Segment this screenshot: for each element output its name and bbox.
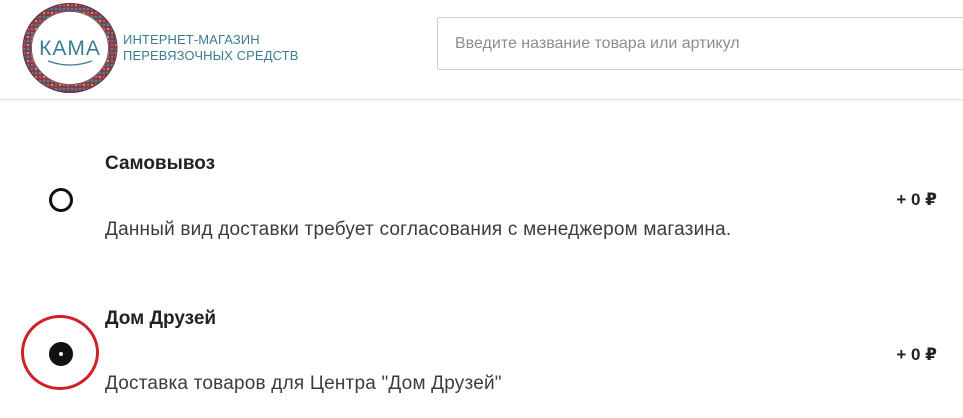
site-header: КАМА Интернет-магазин перевязочных средс… — [0, 0, 963, 100]
delivery-option-dom-druzey[interactable]: Дом Друзей + 0 ₽ Доставка товаров для Це… — [0, 285, 963, 405]
delivery-option-description: Данный вид доставки требует согласования… — [105, 219, 732, 240]
radio-button-dom-druzey[interactable] — [49, 342, 73, 366]
site-logo[interactable]: КАМА Интернет-магазин перевязочных средс… — [22, 3, 322, 93]
delivery-option-pickup[interactable]: Самовывоз + 0 ₽ Данный вид доставки треб… — [0, 130, 963, 250]
logo-tagline-line2: перевязочных средств — [123, 48, 299, 63]
search-input[interactable] — [437, 17, 963, 70]
delivery-option-price: + 0 ₽ — [896, 345, 937, 364]
logo-brand-text: КАМА — [39, 37, 101, 60]
delivery-option-title: Самовывоз — [105, 153, 216, 174]
radio-selected-dot — [59, 352, 63, 356]
logo-emblem: КАМА — [22, 3, 118, 93]
delivery-option-description: Доставка товаров для Центра "Дом Друзей" — [105, 373, 502, 394]
logo-tagline: Интернет-магазин перевязочных средств — [123, 32, 298, 64]
delivery-option-title: Дом Друзей — [105, 308, 217, 329]
logo-tagline-line1: Интернет-магазин — [123, 32, 260, 47]
radio-button-pickup[interactable] — [49, 188, 73, 212]
delivery-option-price: + 0 ₽ — [896, 190, 937, 209]
